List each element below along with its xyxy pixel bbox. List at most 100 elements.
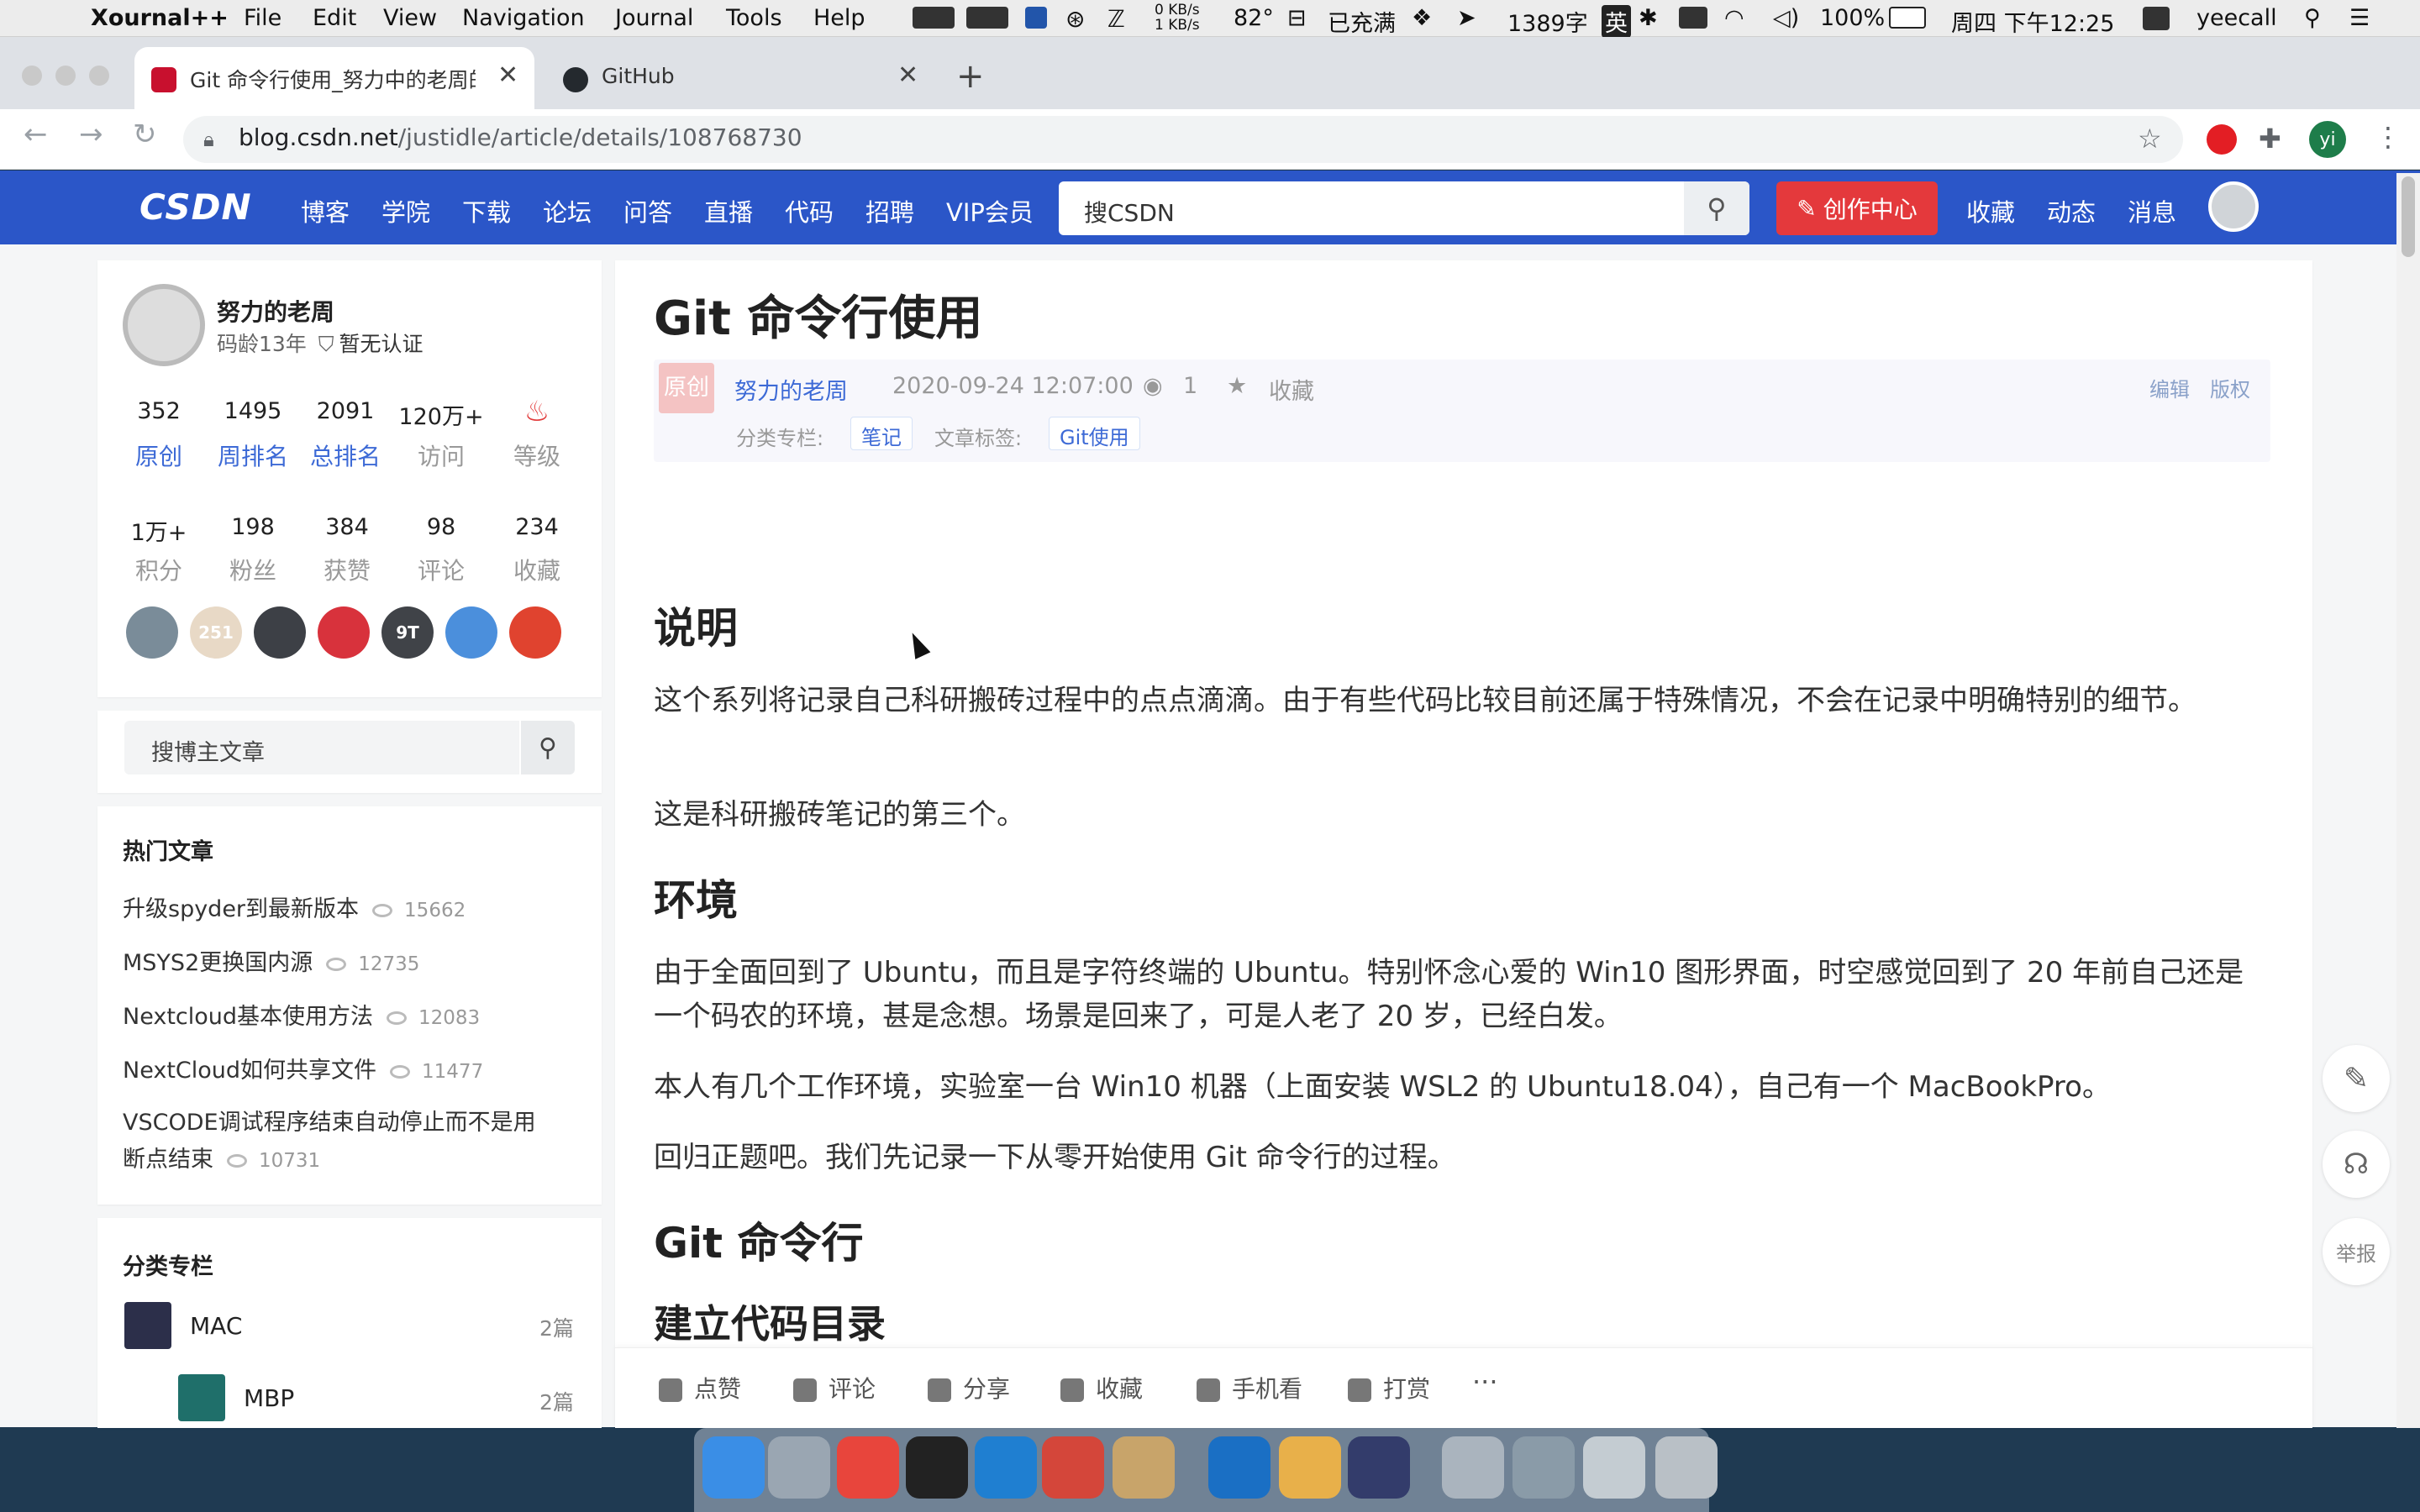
author-name[interactable]: 努力的老周 xyxy=(217,294,334,328)
copyright-link[interactable]: 版权 xyxy=(2210,373,2250,402)
comment-button[interactable]: 评论 xyxy=(793,1371,876,1404)
profile-avatar[interactable]: yi xyxy=(2309,121,2346,158)
ime-indicator[interactable]: 英 xyxy=(1602,5,1631,38)
write-icon[interactable]: ✎ xyxy=(2323,1045,2390,1112)
current-user[interactable]: yeecall xyxy=(2196,5,2277,31)
dock-app-icon[interactable] xyxy=(975,1436,1037,1499)
column-thumbnail[interactable] xyxy=(178,1374,225,1421)
telegram-icon[interactable]: ➤ xyxy=(1457,5,1476,31)
new-tab-button[interactable]: + xyxy=(956,57,985,96)
column-thumbnail[interactable] xyxy=(124,1302,171,1349)
nav-messages[interactable]: 消息 xyxy=(2128,193,2176,228)
stat-label[interactable]: 原创 xyxy=(113,438,205,472)
dock-app-icon[interactable] xyxy=(1113,1436,1175,1499)
dock-app-icon[interactable] xyxy=(768,1436,830,1499)
more-button[interactable]: ··· xyxy=(1472,1366,1498,1398)
tab-csdn[interactable]: Git 命令行使用_努力中的老周的博客 ✕ xyxy=(134,47,534,109)
menu-navigation[interactable]: Navigation xyxy=(462,5,585,31)
spotlight-icon[interactable]: ⚲ xyxy=(2304,5,2321,31)
dock-app-icon[interactable] xyxy=(1655,1436,1718,1499)
skype-icon[interactable] xyxy=(2143,7,2170,30)
wifi-icon[interactable]: ◠ xyxy=(1724,5,1744,31)
star-icon[interactable]: ★ xyxy=(1227,373,1247,399)
minimize-window-button[interactable] xyxy=(55,66,76,86)
browser-menu-icon[interactable]: ⋮ xyxy=(2375,121,2402,153)
lock-icon[interactable]: 🔒︎ xyxy=(203,128,214,151)
bluetooth-icon[interactable]: ✱ xyxy=(1639,5,1658,31)
back-icon[interactable]: ← xyxy=(24,118,48,151)
cpu-monitor-icon[interactable] xyxy=(913,7,955,29)
nav-forum[interactable]: 论坛 xyxy=(543,193,592,228)
notification-center-icon[interactable]: ☰ xyxy=(2349,5,2370,31)
nav-academy[interactable]: 学院 xyxy=(381,193,430,228)
temperature[interactable]: 82° xyxy=(1234,5,1274,31)
battery-icon[interactable] xyxy=(1889,7,1926,29)
input-icon[interactable]: ⊟ xyxy=(1287,5,1307,31)
dock-app-icon[interactable] xyxy=(1512,1436,1575,1499)
dock-app-icon[interactable] xyxy=(906,1436,968,1499)
menu-file[interactable]: File xyxy=(244,5,281,31)
nav-favorites[interactable]: 收藏 xyxy=(1966,193,2015,228)
hot-article-item[interactable]: MSYS2更换国内源 12735 xyxy=(123,944,419,977)
menu-tools[interactable]: Tools xyxy=(726,5,782,31)
report-button[interactable]: 举报 xyxy=(2323,1218,2390,1285)
dock-app-icon[interactable] xyxy=(1442,1436,1504,1499)
edit-link[interactable]: 编辑 xyxy=(2149,373,2190,402)
achievement-badge-icon[interactable] xyxy=(126,606,178,659)
stat-label[interactable]: 总排名 xyxy=(299,438,392,472)
create-center-button[interactable]: ✎ 创作中心 xyxy=(1776,181,1938,235)
nav-live[interactable]: 直播 xyxy=(704,193,753,228)
word-count[interactable]: 1389字 xyxy=(1507,5,1588,38)
author-avatar[interactable] xyxy=(123,284,205,366)
achievement-badge-icon[interactable] xyxy=(254,606,306,659)
reward-button[interactable]: 打赏 xyxy=(1348,1371,1430,1404)
achievement-badge-icon[interactable]: 251 xyxy=(190,606,242,659)
nav-activity[interactable]: 动态 xyxy=(2047,193,2096,228)
creative-cloud-icon[interactable]: ⊛ xyxy=(1065,5,1085,33)
column-name[interactable]: MBP xyxy=(244,1384,294,1412)
hot-article-item[interactable]: VSCODE调试程序结束自动停止而不是用 xyxy=(123,1104,536,1137)
favorite-link[interactable]: 收藏 xyxy=(1269,373,1314,406)
hot-article-item[interactable]: Nextcloud基本使用方法 12083 xyxy=(123,998,480,1031)
like-button[interactable]: 点赞 xyxy=(659,1371,741,1404)
menu-help[interactable]: Help xyxy=(813,5,865,31)
bookmark-star-icon[interactable]: ☆ xyxy=(2138,123,2162,155)
share-button[interactable]: 分享 xyxy=(928,1371,1010,1404)
blog-search-input[interactable]: 搜博主文章 xyxy=(124,721,519,774)
support-icon[interactable]: ☊ xyxy=(2323,1131,2390,1198)
nav-download[interactable]: 下载 xyxy=(462,193,511,228)
favorite-button[interactable]: 收藏 xyxy=(1060,1371,1143,1404)
sync-icon[interactable]: ℤ xyxy=(1107,5,1125,33)
close-tab-icon[interactable]: ✕ xyxy=(897,60,918,90)
dock-app-icon[interactable] xyxy=(702,1436,765,1499)
mobile-view-button[interactable]: 手机看 xyxy=(1197,1371,1302,1404)
dock-app-icon[interactable] xyxy=(1042,1436,1104,1499)
keyboard-icon[interactable] xyxy=(1679,7,1707,29)
hot-article-item[interactable]: 升级spyder到最新版本 15662 xyxy=(123,890,466,923)
nav-blog[interactable]: 博客 xyxy=(301,193,350,228)
search-icon[interactable]: ⚲ xyxy=(1684,181,1749,235)
achievement-badge-icon[interactable] xyxy=(318,606,370,659)
hot-article-item[interactable]: NextCloud如何共享文件 11477 xyxy=(123,1052,483,1084)
nav-code[interactable]: 代码 xyxy=(785,193,834,228)
nav-jobs[interactable]: 招聘 xyxy=(865,193,914,228)
dropbox-icon[interactable]: ❖ xyxy=(1412,5,1432,31)
article-author[interactable]: 努力的老周 xyxy=(734,373,848,406)
scrollbar[interactable] xyxy=(2396,173,2420,1428)
scrollbar-thumb[interactable] xyxy=(2402,176,2415,257)
menu-view[interactable]: View xyxy=(383,5,437,31)
memory-monitor-icon[interactable] xyxy=(966,7,1008,29)
dock-app-icon[interactable] xyxy=(1279,1436,1341,1499)
user-avatar[interactable] xyxy=(2208,181,2259,232)
zoom-window-button[interactable] xyxy=(89,66,109,86)
opera-extension-icon[interactable] xyxy=(2207,124,2237,155)
reload-icon[interactable]: ↻ xyxy=(133,118,157,151)
article-tag[interactable]: Git使用 xyxy=(1049,417,1140,450)
column-name[interactable]: MAC xyxy=(190,1312,242,1340)
dock-app-icon[interactable] xyxy=(1208,1436,1270,1499)
forward-icon[interactable]: → xyxy=(79,118,103,151)
achievement-badge-icon[interactable] xyxy=(445,606,497,659)
dock-app-icon[interactable] xyxy=(1583,1436,1645,1499)
charge-status[interactable]: 已充满 xyxy=(1328,5,1396,38)
achievement-badge-icon[interactable] xyxy=(509,606,561,659)
